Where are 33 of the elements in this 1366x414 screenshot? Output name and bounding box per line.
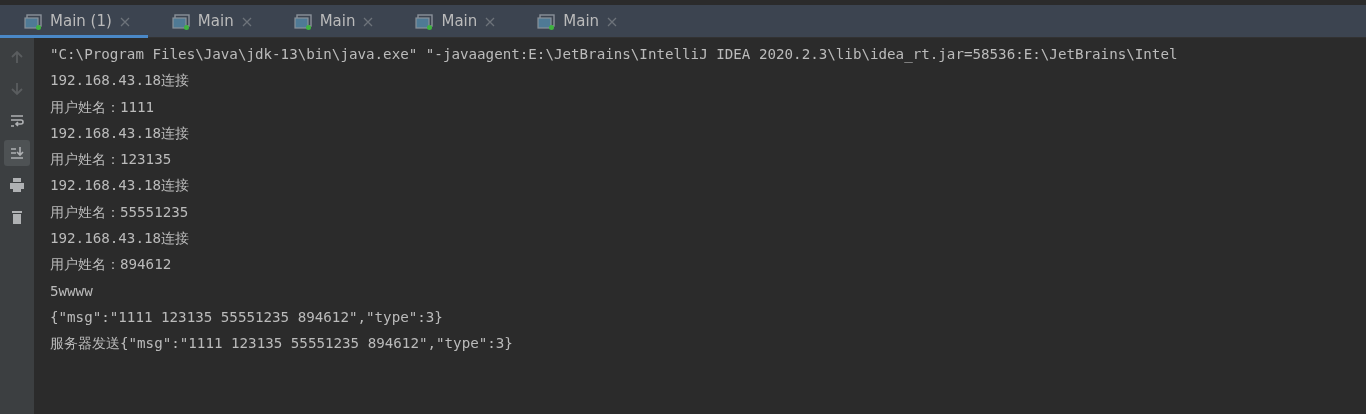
console-line: 用户姓名：894612 — [50, 256, 172, 273]
close-icon[interactable] — [363, 16, 374, 27]
scroll-to-end-button[interactable] — [4, 140, 30, 166]
console-line: 用户姓名：123135 — [50, 151, 172, 168]
run-window-icon — [293, 13, 312, 30]
close-icon[interactable] — [607, 16, 618, 27]
close-icon[interactable] — [485, 16, 496, 27]
run-window-icon — [537, 13, 556, 30]
up-arrow-icon — [9, 49, 25, 65]
console-line: 192.168.43.18连接 — [50, 72, 190, 89]
console-line: "C:\Program Files\Java\jdk-13\bin\java.exe" "-javaagent:E:\JetBrains\IntelliJ IDEA 2020.2.3\lib\idea_rt.jar=58536:E:\JetBrains\Intel — [50, 46, 1178, 62]
trash-icon — [9, 209, 25, 225]
printer-icon — [9, 177, 25, 193]
console-line: 服务器发送{"msg":"1111 123135 55551235 894612","type":3} — [50, 335, 513, 352]
console-tab[interactable]: Main — [269, 5, 392, 38]
close-icon[interactable] — [119, 16, 130, 27]
console-line: 5wwww — [50, 282, 93, 299]
console-line: 用户姓名：55551235 — [50, 203, 189, 220]
console-tab[interactable]: Main — [513, 5, 636, 38]
down-arrow-icon — [9, 81, 25, 97]
console-line: 192.168.43.18连接 — [50, 124, 190, 141]
console-tab[interactable]: Main — [147, 5, 270, 38]
soft-wrap-icon — [9, 113, 25, 129]
console-line: 192.168.43.18连接 — [50, 230, 190, 247]
scroll-to-end-icon — [9, 145, 25, 161]
console-line: 用户姓名：1111 — [50, 98, 155, 115]
run-window-icon — [24, 13, 42, 30]
run-window-icon — [415, 13, 434, 30]
run-window-icon — [171, 13, 190, 30]
console-line: 192.168.43.18连接 — [50, 177, 190, 194]
console-line: {"msg":"1111 123135 55551235 894612","type":3} — [50, 308, 443, 325]
close-icon[interactable] — [241, 16, 252, 27]
console-tab[interactable]: Main — [391, 5, 514, 38]
